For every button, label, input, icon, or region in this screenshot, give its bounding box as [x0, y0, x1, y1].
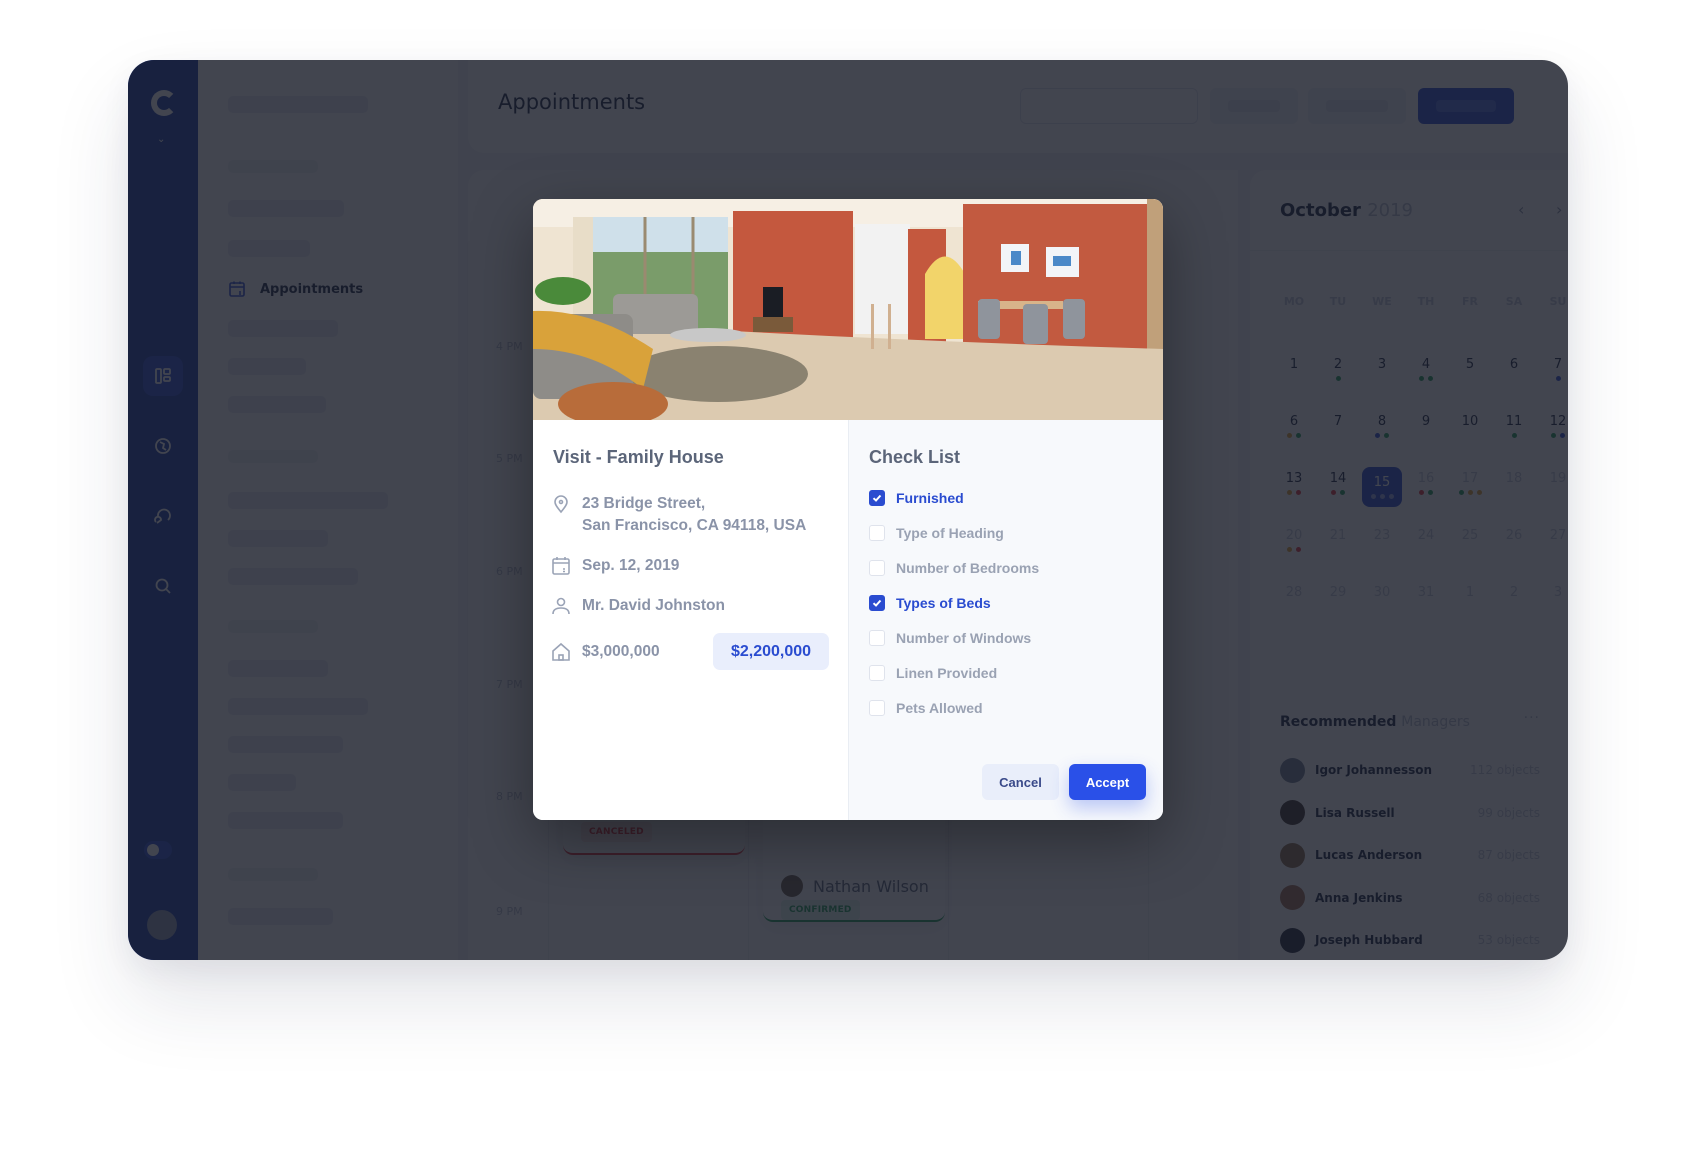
visit-date: Sep. 12, 2019 [582, 557, 680, 574]
home-icon [552, 642, 570, 661]
client-name: Mr. David Johnston [582, 597, 725, 614]
address-line-2: San Francisco, CA 94118, USA [582, 517, 807, 534]
visit-modal: Visit - Family House 23 Bridge Street, S… [533, 199, 1163, 820]
client-row: Mr. David Johnston [551, 595, 725, 617]
checkbox[interactable] [869, 595, 885, 611]
visit-details: Visit - Family House 23 Bridge Street, S… [533, 420, 848, 820]
checkbox[interactable] [869, 630, 885, 646]
checkbox[interactable] [869, 560, 885, 576]
checklist-label: Type of Heading [896, 525, 1004, 541]
checklist-label: Number of Windows [896, 630, 1032, 646]
checklist-item[interactable]: Number of Bedrooms [869, 560, 1039, 576]
offer-price-badge: $2,200,000 [713, 633, 829, 670]
location-pin-icon [554, 495, 568, 514]
checklist-item[interactable]: Linen Provided [869, 665, 997, 681]
user-icon [552, 597, 570, 615]
checklist-item[interactable]: Furnished [869, 490, 964, 506]
address-row: 23 Bridge Street, San Francisco, CA 9411… [551, 493, 806, 537]
checklist-label: Linen Provided [896, 665, 998, 681]
original-price: $3,000,000 [582, 643, 660, 660]
checklist-title: Check List [869, 447, 961, 467]
checklist-label: Types of Beds [896, 595, 991, 611]
property-photo [533, 199, 1163, 420]
checklist-panel: Check List Furnished Type of Heading Numbe… [848, 420, 1163, 820]
checkbox[interactable] [869, 525, 885, 541]
checkbox[interactable] [869, 665, 885, 681]
checkbox[interactable] [869, 490, 885, 506]
checklist-item[interactable]: Type of Heading [869, 525, 1004, 541]
checkbox[interactable] [869, 700, 885, 716]
check-icon [872, 599, 882, 607]
cancel-button[interactable]: Cancel [982, 764, 1059, 800]
check-icon [872, 494, 882, 502]
price-row: $3,000,000 [551, 641, 660, 663]
checklist-item[interactable]: Types of Beds [869, 595, 991, 611]
checklist-label: Number of Bedrooms [896, 560, 1040, 576]
date-row: Sep. 12, 2019 [551, 555, 679, 577]
checklist-label: Pets Allowed [896, 700, 983, 716]
modal-title: Visit - Family House [553, 447, 724, 467]
address-line-1: 23 Bridge Street, [582, 495, 706, 512]
checklist-item[interactable]: Number of Windows [869, 630, 1031, 646]
calendar-icon [552, 557, 570, 575]
accept-button[interactable]: Accept [1069, 764, 1146, 800]
checklist-label: Furnished [896, 490, 964, 506]
checklist-item[interactable]: Pets Allowed [869, 700, 983, 716]
